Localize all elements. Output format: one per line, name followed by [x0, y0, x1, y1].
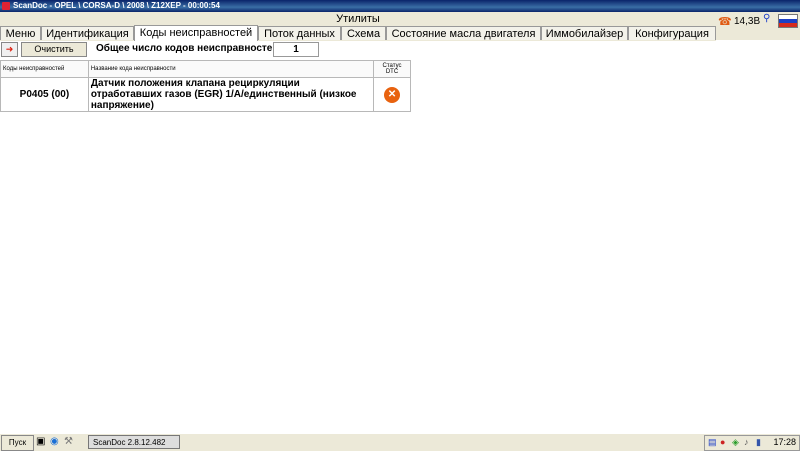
- tab-identification[interactable]: Идентификация: [41, 26, 134, 40]
- table-row[interactable]: P0405 (00) Датчик положения клапана реци…: [0, 77, 411, 112]
- scandoc-app-label: ScanDoc 2.8.12.482: [93, 438, 166, 447]
- column-header-code: Коды неисправностей: [0, 60, 89, 78]
- tab-immobilizer[interactable]: Иммобилайзер: [541, 26, 628, 40]
- table-header-row: Коды неисправностей Название кода неиспр…: [0, 60, 411, 78]
- usb-icon: ⚲: [763, 13, 771, 24]
- fault-count-value: 1: [273, 42, 319, 57]
- voltage-readout: 14,3В: [734, 16, 761, 27]
- phone-icon: ☎: [718, 16, 732, 28]
- taskbar-item-scandoc[interactable]: ScanDoc 2.8.12.482: [88, 435, 180, 449]
- arrow-right-button[interactable]: ➜: [1, 42, 18, 57]
- system-tray: ▤ ● ◈ ♪ ▮ 17:28: [704, 435, 800, 451]
- arrow-right-icon: ➜: [5, 44, 14, 54]
- error-x-icon: ✕: [384, 86, 401, 103]
- tab-bar: Меню Идентификация Коды неисправностей П…: [0, 25, 716, 41]
- russian-flag-icon[interactable]: [778, 14, 798, 28]
- window-title: ScanDoc - OPEL \ CORSA-D \ 2008 \ Z12XEP…: [13, 1, 220, 10]
- tab-schema[interactable]: Схема: [341, 26, 386, 40]
- tab-data-stream[interactable]: Поток данных: [258, 26, 341, 40]
- window-titlebar: ScanDoc - OPEL \ CORSA-D \ 2008 \ Z12XEP…: [0, 0, 800, 12]
- network-icon[interactable]: ◈: [732, 437, 739, 448]
- fault-code-cell: P0405 (00): [0, 77, 89, 112]
- tools-icon[interactable]: ⚒: [64, 436, 73, 447]
- browser-icon[interactable]: ◉: [50, 436, 59, 447]
- app-header: Утилиты: [0, 12, 800, 26]
- start-button[interactable]: Пуск: [1, 435, 34, 451]
- language-icon[interactable]: ▤: [708, 437, 717, 448]
- status-area: ☎ 14,3В ⚲: [716, 12, 800, 40]
- tab-fault-codes[interactable]: Коды неисправностей: [134, 25, 258, 41]
- volume-icon[interactable]: ♪: [744, 437, 749, 447]
- clock: 17:28: [773, 437, 796, 447]
- show-desktop-icon[interactable]: ▣: [36, 436, 45, 447]
- page-title: Утилиты: [336, 13, 380, 25]
- toolbar: ➜ Очистить Общее число кодов неисправнос…: [0, 41, 800, 58]
- tab-engine-oil[interactable]: Состояние масла двигателя: [386, 26, 541, 40]
- fault-codes-table: Коды неисправностей Название кода неиспр…: [0, 60, 411, 112]
- column-header-name: Название кода неисправности: [87, 60, 375, 78]
- antivirus-icon[interactable]: ●: [720, 437, 725, 447]
- fault-count-label: Общее число кодов неисправностей: [96, 43, 279, 54]
- fault-name-cell: Датчик положения клапана рециркуляции от…: [87, 77, 375, 112]
- column-header-status: Статус DTC: [373, 60, 411, 78]
- app-icon: [2, 2, 10, 10]
- tab-menu[interactable]: Меню: [0, 26, 41, 40]
- clear-button[interactable]: Очистить: [21, 42, 87, 57]
- fault-status-cell: ✕: [373, 77, 411, 112]
- taskbar: Пуск ▣ ◉ ⚒ ScanDoc 2.8.12.482 ▤ ● ◈ ♪ ▮ …: [0, 433, 800, 451]
- device-icon[interactable]: ▮: [756, 437, 761, 448]
- tab-configuration[interactable]: Конфигурация: [628, 26, 716, 40]
